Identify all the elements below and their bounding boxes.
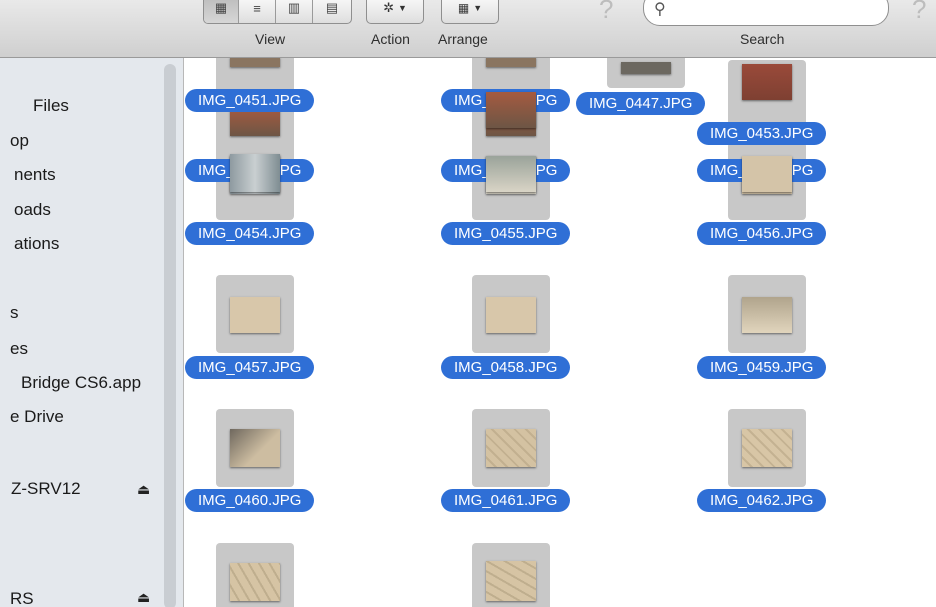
arrange-grid-icon: ▦ <box>457 1 470 15</box>
photo-icon <box>230 297 280 333</box>
photo-icon <box>230 58 280 67</box>
photo-icon <box>742 156 792 192</box>
photo-icon <box>486 156 536 192</box>
sidebar-item-bridge-cs6[interactable]: Bridge CS6.app <box>21 373 141 393</box>
file-name-label[interactable]: IMG_0460.JPG <box>185 489 315 512</box>
view-mode-segmented-control: ▦ ≡ ▥ ▤ <box>203 0 352 24</box>
file-icon-grid: IMG_0451.JPG IMG_0452.JPG IMG_0447.JPG I… <box>184 58 936 607</box>
file-thumbnail[interactable] <box>216 543 294 607</box>
help-icon-right[interactable]: ? <box>912 0 926 25</box>
sidebar-item-desktop[interactable]: op <box>10 131 29 151</box>
coverflow-icon: ▤ <box>325 0 339 15</box>
file-name-label[interactable]: IMG_0457.JPG <box>185 356 315 379</box>
columns-icon: ▥ <box>287 0 301 15</box>
sidebar-item-downloads[interactable]: oads <box>14 200 51 220</box>
photo-icon <box>486 561 536 601</box>
file-thumbnail[interactable] <box>216 409 294 487</box>
gear-icon: ✲ <box>383 0 394 15</box>
file-name-label[interactable]: IMG_0456.JPG <box>697 222 827 245</box>
file-thumbnail[interactable] <box>728 275 806 353</box>
view-label: View <box>255 31 286 47</box>
photo-icon <box>230 429 280 467</box>
toolbar: ▦ ≡ ▥ ▤ View ✲ ▼ Action ▦ ▼ Arrange ? ⚲ … <box>0 0 936 58</box>
file-name-label[interactable]: IMG_0453.JPG <box>697 122 827 145</box>
file-name-label[interactable]: IMG_0447.JPG <box>576 92 706 115</box>
file-thumbnail[interactable] <box>607 58 685 88</box>
sidebar-item-documents[interactable]: nents <box>14 165 56 185</box>
photo-icon <box>230 154 280 192</box>
sidebar: Files op nents oads ations s es Bridge C… <box>0 58 184 607</box>
sidebar-item-rs[interactable]: RS <box>10 589 34 607</box>
action-button[interactable]: ✲ ▼ <box>366 0 424 24</box>
list-icon: ≡ <box>253 0 261 16</box>
file-thumbnail[interactable] <box>472 409 550 487</box>
help-icon[interactable]: ? <box>599 0 613 25</box>
search-label: Search <box>740 31 785 47</box>
list-view-button[interactable]: ≡ <box>239 0 276 23</box>
sidebar-item-applications[interactable]: ations <box>14 234 59 254</box>
photo-icon <box>486 58 536 67</box>
file-name-label[interactable]: IMG_0459.JPG <box>697 356 827 379</box>
coverflow-view-button[interactable]: ▤ <box>313 0 351 23</box>
sidebar-item-es[interactable]: es <box>10 339 28 359</box>
photo-icon <box>230 108 280 136</box>
file-name-label[interactable]: IMG_0461.JPG <box>441 489 571 512</box>
file-name-label[interactable]: IMG_0458.JPG <box>441 356 571 379</box>
sidebar-item-server[interactable]: Z-SRV12 <box>11 479 81 499</box>
file-name-label[interactable]: IMG_0462.JPG <box>697 489 827 512</box>
column-view-button[interactable]: ▥ <box>276 0 313 23</box>
icon-grid-icon: ▦ <box>214 0 228 15</box>
sidebar-item-s[interactable]: s <box>10 303 19 323</box>
file-thumbnail[interactable] <box>472 275 550 353</box>
search-icon: ⚲ <box>654 1 666 18</box>
eject-icon[interactable]: ⏏ <box>137 589 150 606</box>
file-name-label[interactable]: IMG_0451.JPG <box>185 89 315 112</box>
photo-icon <box>486 297 536 333</box>
file-name-label[interactable]: IMG_0455.JPG <box>441 222 571 245</box>
eject-icon[interactable]: ⏏ <box>137 481 150 498</box>
sidebar-item-files[interactable]: Files <box>33 96 69 116</box>
file-thumbnail[interactable] <box>728 409 806 487</box>
photo-icon <box>486 429 536 467</box>
arrange-label: Arrange <box>438 31 488 47</box>
file-thumbnail[interactable] <box>472 543 550 607</box>
file-thumbnail[interactable] <box>216 275 294 353</box>
photo-icon <box>742 297 792 333</box>
action-label: Action <box>371 31 410 47</box>
chevron-down-icon: ▼ <box>397 3 407 13</box>
sidebar-item-drive[interactable]: e Drive <box>10 407 64 427</box>
photo-icon <box>742 64 792 100</box>
chevron-down-icon: ▼ <box>473 3 483 13</box>
search-field[interactable]: ⚲ <box>643 0 889 26</box>
icon-view-button[interactable]: ▦ <box>204 0 239 23</box>
arrange-button[interactable]: ▦ ▼ <box>441 0 499 24</box>
file-name-label[interactable]: IMG_0454.JPG <box>185 222 315 245</box>
photo-icon <box>230 563 280 601</box>
photo-icon <box>621 62 671 74</box>
photo-icon <box>742 429 792 467</box>
photo-icon <box>486 92 536 128</box>
sidebar-scrollbar[interactable] <box>164 64 176 607</box>
